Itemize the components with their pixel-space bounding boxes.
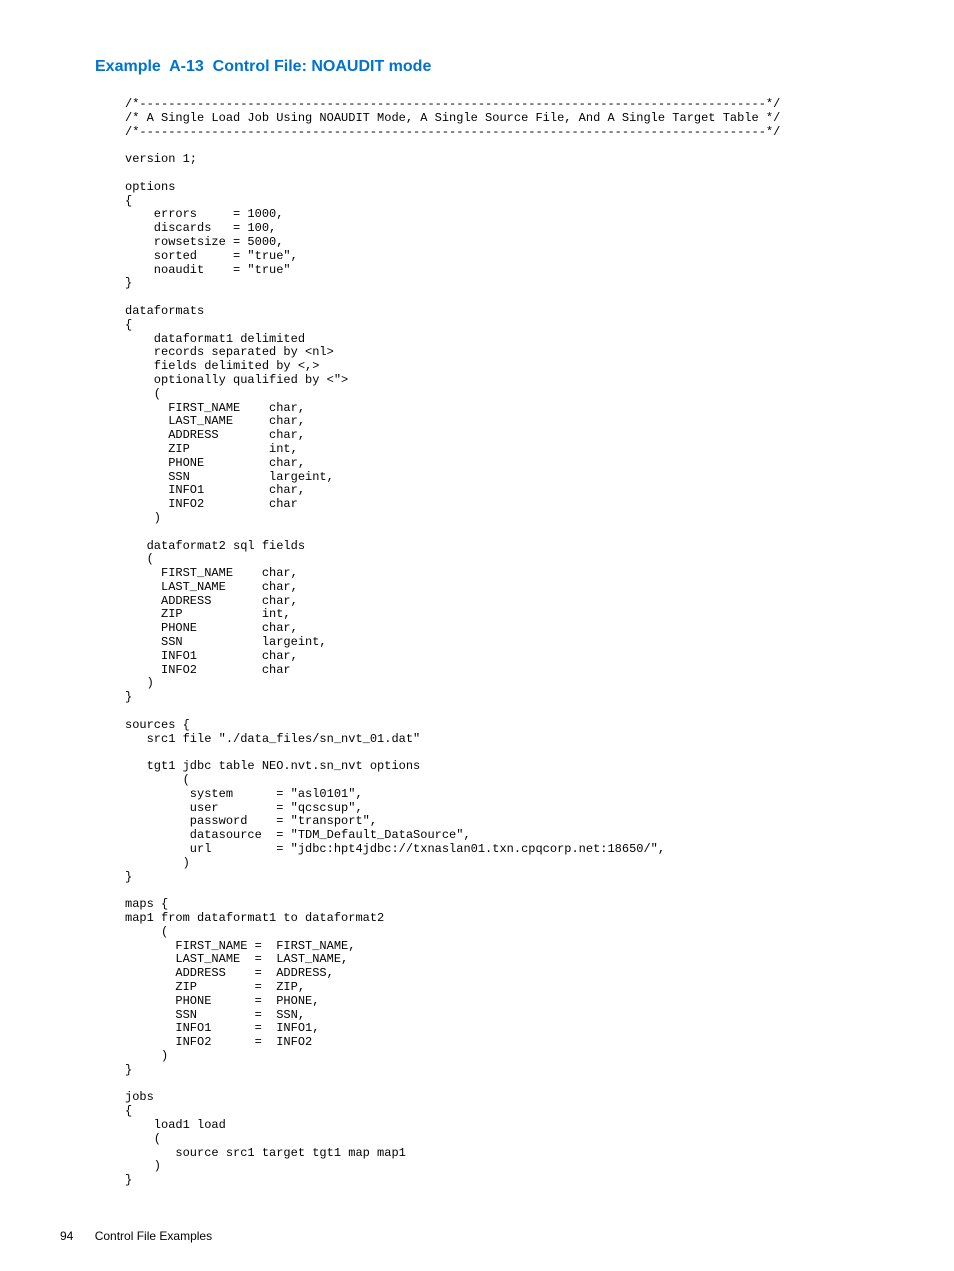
page-number: 94 [60,1229,73,1243]
code-listing: /*--------------------------------------… [125,98,894,1188]
example-title: Example A-13 Control File: NOAUDIT mode [95,58,894,76]
section-title: Control File Examples [95,1229,212,1243]
page-footer: 94 Control File Examples [60,1229,212,1243]
document-page: Example A-13 Control File: NOAUDIT mode … [0,0,954,1271]
